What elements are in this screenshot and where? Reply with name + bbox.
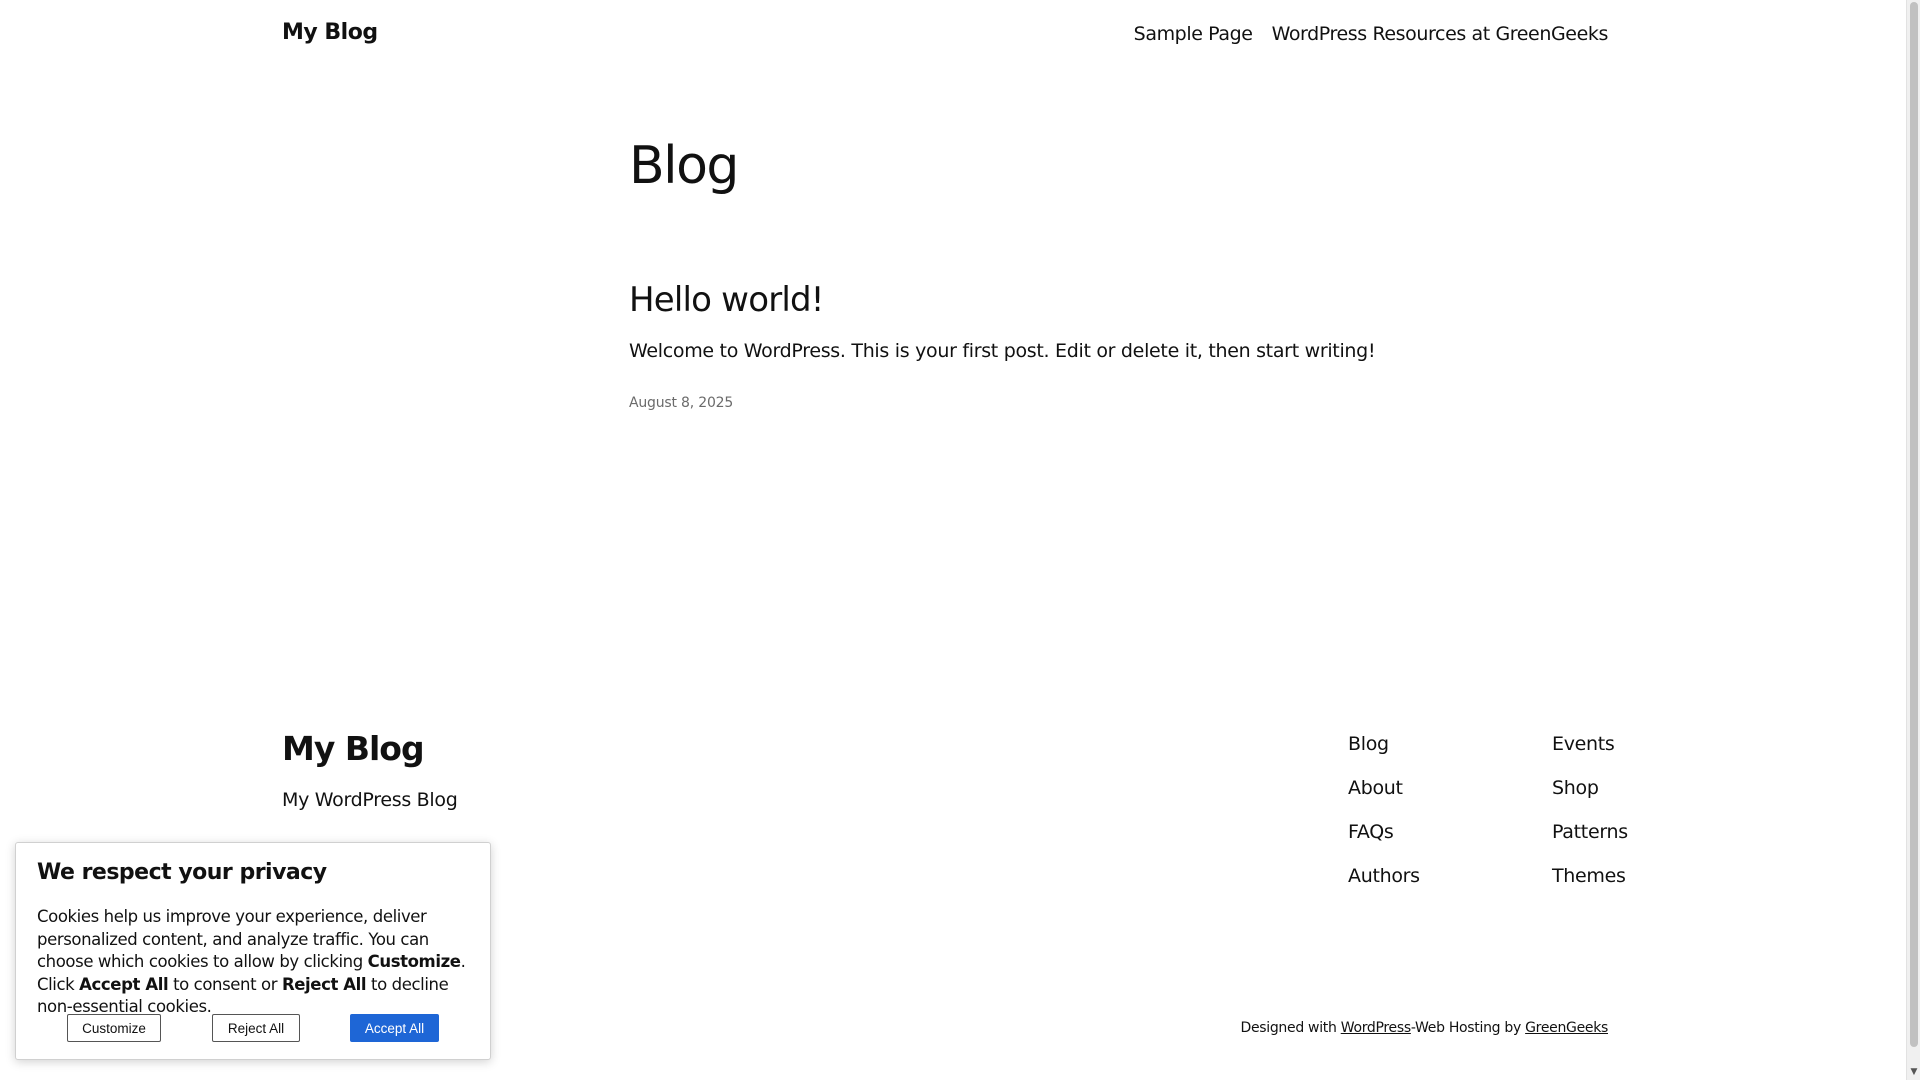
scrollbar-thumb[interactable] <box>1910 2 1918 1047</box>
customize-button[interactable]: Customize <box>67 1014 161 1042</box>
nav-item-sample-page[interactable]: Sample Page <box>1134 23 1253 45</box>
cookie-text-part-3: to consent or <box>168 974 282 994</box>
cookie-text-customize: Customize <box>367 952 461 971</box>
footer-tagline: My WordPress Blog <box>282 789 458 811</box>
footer-credits: Designed with WordPress-Web Hosting by G… <box>1240 1020 1608 1036</box>
footer-link-events[interactable]: Events <box>1552 733 1628 777</box>
footer-link-shop[interactable]: Shop <box>1552 777 1628 821</box>
post-date-link[interactable]: August 8, 2025 <box>629 395 733 411</box>
footer-site-title[interactable]: My Blog <box>282 729 425 768</box>
post-excerpt: Welcome to WordPress. This is your first… <box>629 340 1376 362</box>
footer-link-themes[interactable]: Themes <box>1552 865 1628 909</box>
site-title-link[interactable]: My Blog <box>282 20 378 45</box>
vertical-scrollbar[interactable]: ▼ <box>1906 0 1920 1080</box>
cookie-consent-banner: We respect your privacy Cookies help us … <box>15 842 491 1060</box>
credits-prefix: Designed with <box>1240 1020 1341 1036</box>
cookie-banner-text: Cookies help us improve your experience,… <box>37 906 477 1019</box>
footer-link-authors[interactable]: Authors <box>1348 865 1420 909</box>
scroll-down-arrow-icon[interactable]: ▼ <box>1909 1066 1919 1078</box>
credits-middle: -Web Hosting by <box>1410 1020 1526 1036</box>
footer-nav-column-1: Blog About FAQs Authors <box>1348 733 1420 909</box>
reject-all-button[interactable]: Reject All <box>212 1014 300 1042</box>
footer-nav-column-2: Events Shop Patterns Themes <box>1552 733 1628 909</box>
page-title: Blog <box>629 136 739 196</box>
footer-link-blog[interactable]: Blog <box>1348 733 1420 777</box>
footer-link-about[interactable]: About <box>1348 777 1420 821</box>
cookie-banner-title: We respect your privacy <box>37 860 327 885</box>
cookie-text-accept: Accept All <box>79 974 169 994</box>
accept-all-button[interactable]: Accept All <box>350 1014 439 1042</box>
primary-nav: Sample Page WordPress Resources at Green… <box>1134 23 1609 45</box>
cookie-text-reject: Reject All <box>281 974 367 994</box>
footer-link-faqs[interactable]: FAQs <box>1348 821 1420 865</box>
wordpress-link[interactable]: WordPress <box>1341 1020 1411 1036</box>
greengeeks-link[interactable]: GreenGeeks <box>1525 1020 1608 1036</box>
nav-item-wordpress-resources[interactable]: WordPress Resources at GreenGeeks <box>1272 23 1609 45</box>
post-title-link[interactable]: Hello world! <box>629 280 824 320</box>
footer-link-patterns[interactable]: Patterns <box>1552 821 1628 865</box>
